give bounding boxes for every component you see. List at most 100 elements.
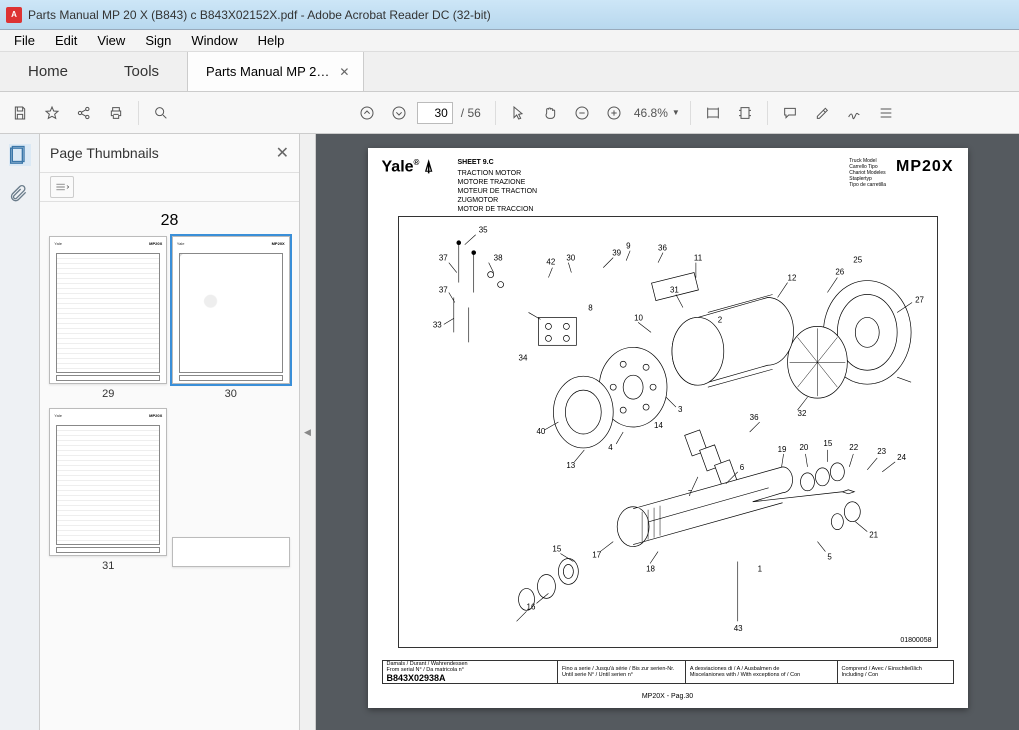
svg-text:37: 37: [438, 286, 447, 295]
svg-text:2: 2: [717, 315, 722, 324]
comment-icon[interactable]: [776, 99, 804, 127]
svg-text:3: 3: [677, 405, 682, 414]
page-total: / 56: [461, 106, 481, 120]
zoom-out-icon[interactable]: [568, 99, 596, 127]
svg-text:1: 1: [757, 564, 762, 573]
panel-splitter[interactable]: ◀: [300, 134, 316, 730]
window-title: Parts Manual MP 20 X (B843) c B843X02152…: [28, 8, 491, 22]
thumbnails-list[interactable]: 28 YaleMP20X 29 YaleMP20X 30 YaleMP20X 3…: [40, 202, 299, 730]
separator: [495, 101, 496, 125]
svg-text:43: 43: [733, 624, 742, 633]
svg-text:23: 23: [877, 447, 886, 456]
menu-file[interactable]: File: [4, 31, 45, 50]
svg-text:18: 18: [646, 564, 655, 573]
fit-page-icon[interactable]: [731, 99, 759, 127]
thumb-30[interactable]: YaleMP20X 30: [172, 236, 290, 400]
sheet-page-number: MP20X - Pag.30: [368, 693, 968, 700]
page-number-input[interactable]: [417, 102, 453, 124]
thumb-label: 28: [40, 212, 299, 230]
svg-text:22: 22: [849, 443, 858, 452]
zoom-in-icon[interactable]: [600, 99, 628, 127]
exploded-diagram: 35 37 38 37 33 34 42 30 39 9 36 11 31 8 …: [398, 216, 938, 648]
tab-home[interactable]: Home: [0, 52, 96, 91]
tab-tools[interactable]: Tools: [96, 52, 187, 91]
thumbnails-title: Page Thumbnails: [50, 145, 159, 161]
svg-text:7: 7: [687, 489, 692, 498]
svg-text:5: 5: [827, 553, 832, 562]
svg-text:39: 39: [612, 249, 621, 258]
thumbnails-toolbar: [40, 172, 299, 202]
page-up-icon[interactable]: [353, 99, 381, 127]
share-icon[interactable]: [70, 99, 98, 127]
svg-text:36: 36: [658, 244, 667, 253]
svg-text:34: 34: [518, 353, 527, 362]
thumb-31[interactable]: YaleMP20X 31: [49, 408, 167, 572]
brand-logo: Yale® ⍋: [382, 158, 434, 215]
figure-id: 01800058: [900, 637, 931, 644]
save-icon[interactable]: [6, 99, 34, 127]
print-icon[interactable]: [102, 99, 130, 127]
svg-text:8: 8: [588, 303, 593, 312]
menu-view[interactable]: View: [87, 31, 135, 50]
left-rail: [0, 134, 40, 730]
thumb-32-partial[interactable]: [172, 537, 290, 567]
separator: [138, 101, 139, 125]
fit-width-icon[interactable]: [699, 99, 727, 127]
thumbnails-header: Page Thumbnails ✕: [40, 134, 299, 172]
menu-edit[interactable]: Edit: [45, 31, 87, 50]
sheet-model-block: Truck Model Carrello Tipo Chariot Modele…: [849, 158, 953, 215]
toolbar: / 56 46.8%▼: [0, 92, 1019, 134]
separator: [767, 101, 768, 125]
svg-text:31: 31: [669, 286, 678, 295]
svg-text:15: 15: [552, 545, 561, 554]
find-icon[interactable]: [147, 99, 175, 127]
menu-window[interactable]: Window: [181, 31, 247, 50]
attachments-icon[interactable]: [9, 184, 31, 206]
thumbnails-icon[interactable]: [9, 144, 31, 166]
thumb-label: 29: [49, 388, 167, 400]
svg-text:12: 12: [787, 274, 796, 283]
svg-text:25: 25: [853, 256, 862, 265]
svg-text:11: 11: [693, 254, 702, 263]
svg-text:33: 33: [432, 320, 441, 329]
thumbnails-panel: Page Thumbnails ✕ 28 YaleMP20X 29 YaleMP…: [40, 134, 300, 730]
svg-text:9: 9: [626, 242, 631, 251]
workspace: Page Thumbnails ✕ 28 YaleMP20X 29 YaleMP…: [0, 134, 1019, 730]
thumbnails-options-icon[interactable]: [50, 176, 74, 198]
svg-text:14: 14: [654, 421, 663, 430]
thumb-29[interactable]: YaleMP20X 29: [49, 236, 167, 400]
document-area[interactable]: Yale® ⍋ SHEET 9.C TRACTION MOTOR MOTORE …: [316, 134, 1019, 730]
pointer-icon[interactable]: [504, 99, 532, 127]
svg-text:26: 26: [835, 268, 844, 277]
tab-close-icon[interactable]: ✕: [339, 65, 349, 79]
menu-help[interactable]: Help: [248, 31, 295, 50]
window-titlebar: A Parts Manual MP 20 X (B843) c B843X021…: [0, 0, 1019, 30]
sign-icon[interactable]: [840, 99, 868, 127]
svg-text:4: 4: [608, 443, 613, 452]
tab-document[interactable]: Parts Manual MP 2… ✕: [187, 52, 364, 91]
svg-text:37: 37: [438, 254, 447, 263]
svg-text:19: 19: [777, 445, 786, 454]
svg-text:20: 20: [799, 443, 808, 452]
thumb-label: 30: [172, 388, 290, 400]
svg-text:6: 6: [739, 463, 744, 472]
svg-text:32: 32: [797, 409, 806, 418]
hand-icon[interactable]: [536, 99, 564, 127]
thumb-label: 31: [49, 560, 167, 572]
tabbar: Home Tools Parts Manual MP 2… ✕: [0, 52, 1019, 92]
svg-text:36: 36: [749, 413, 758, 422]
menu-sign[interactable]: Sign: [135, 31, 181, 50]
separator: [690, 101, 691, 125]
sheet-title-block: SHEET 9.C TRACTION MOTOR MOTORE TRAZIONE…: [457, 158, 537, 215]
svg-text:13: 13: [566, 461, 575, 470]
more-icon[interactable]: [872, 99, 900, 127]
svg-text:16: 16: [526, 602, 535, 611]
svg-text:15: 15: [823, 439, 832, 448]
collapse-icon: ◀: [304, 427, 311, 438]
zoom-dropdown[interactable]: 46.8%▼: [634, 106, 680, 120]
highlight-icon[interactable]: [808, 99, 836, 127]
thumbnails-close-icon[interactable]: ✕: [276, 143, 289, 163]
page-down-icon[interactable]: [385, 99, 413, 127]
menubar: File Edit View Sign Window Help: [0, 30, 1019, 52]
star-icon[interactable]: [38, 99, 66, 127]
